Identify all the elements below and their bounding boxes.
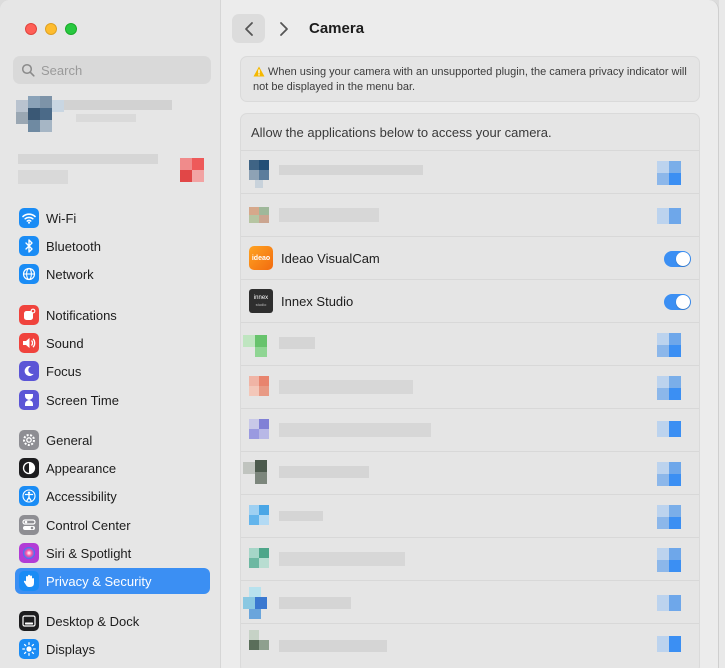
main-pane: Camera When using your camera with an un…: [221, 0, 718, 668]
hand-icon: [19, 571, 39, 591]
sidebar-item-siri-spotlight[interactable]: Siri & Spotlight: [15, 540, 210, 566]
sidebar-item-accessibility[interactable]: Accessibility: [15, 483, 210, 509]
camera-access-toggle[interactable]: [664, 294, 691, 310]
search-icon: [21, 63, 35, 77]
list-item[interactable]: [241, 580, 699, 623]
sidebar-item-label: Control Center: [46, 517, 131, 533]
sidebar-item-screen-time[interactable]: Screen Time: [15, 387, 210, 413]
sidebar-item-label: Notifications: [46, 307, 117, 323]
list-item[interactable]: [241, 494, 699, 537]
speaker-icon: [19, 333, 39, 353]
list-item[interactable]: [241, 322, 699, 365]
sidebar-item-label: Network: [46, 266, 94, 282]
sidebar-item-wi-fi[interactable]: Wi-Fi: [15, 205, 210, 231]
globe-icon: [19, 264, 39, 284]
background-window-edge: [719, 0, 725, 668]
gear-icon: [19, 430, 39, 450]
list-item[interactable]: [241, 150, 699, 193]
sidebar-item-label: Privacy & Security: [46, 573, 152, 589]
app-name: Ideao VisualCam: [281, 251, 380, 266]
chevron-left-icon: [244, 21, 253, 36]
innex-studio-icon: innex studio: [249, 289, 273, 313]
sidebar-item-sound[interactable]: Sound: [15, 330, 210, 356]
ideao-visualcam-icon: ideao: [249, 246, 273, 270]
sidebar-item-label: Bluetooth: [46, 238, 101, 254]
sidebar-item-privacy-security[interactable]: Privacy & Security: [15, 568, 210, 594]
list-item[interactable]: [241, 408, 699, 451]
camera-access-toggle[interactable]: [664, 251, 691, 267]
list-item[interactable]: [241, 365, 699, 408]
plugin-warning-notice: When using your camera with an unsupport…: [240, 56, 700, 102]
sidebar-item-label: Focus: [46, 363, 82, 379]
page-title: Camera: [309, 20, 365, 37]
settings-window: Wi-Fi Bluetooth Network Notifications Sound F…: [0, 0, 719, 668]
notice-text: When using your camera with an unsupport…: [253, 66, 687, 93]
list-item[interactable]: [241, 451, 699, 494]
toolbar: Camera: [221, 0, 718, 56]
control-center-icon: [19, 515, 39, 535]
sun-icon: [19, 639, 39, 659]
search-field[interactable]: [13, 56, 211, 84]
sidebar-item-label: Desktop & Dock: [46, 613, 140, 629]
sidebar-item-label: Appearance: [46, 460, 117, 476]
chevron-right-icon: [280, 21, 288, 36]
zoom-window-button[interactable]: [65, 23, 77, 35]
redacted-account[interactable]: [16, 96, 176, 136]
list-item-ideao-visualcam: ideao Ideao VisualCam: [241, 236, 699, 279]
back-button[interactable]: [232, 14, 265, 43]
list-item-innex-studio: innex studio Innex Studio: [241, 279, 699, 322]
app-name: Innex Studio: [281, 294, 354, 309]
moon-icon: [19, 361, 39, 381]
sidebar-item-desktop-dock[interactable]: Desktop & Dock: [15, 608, 210, 634]
sidebar-item-label: Screen Time: [46, 392, 119, 408]
forward-button[interactable]: [273, 14, 295, 43]
siri-icon: [19, 543, 39, 563]
sidebar-item-label: Siri & Spotlight: [46, 545, 132, 561]
accessibility-icon: [19, 486, 39, 506]
window-controls: [25, 23, 77, 35]
search-input[interactable]: [41, 62, 201, 78]
hourglass-icon: [19, 390, 39, 410]
redacted-account-item[interactable]: [16, 150, 211, 190]
minimize-window-button[interactable]: [45, 23, 57, 35]
sidebar-item-notifications[interactable]: Notifications: [15, 302, 210, 328]
camera-apps-list: Allow the applications below to access y…: [240, 113, 700, 668]
sidebar-item-label: Wi-Fi: [46, 210, 77, 226]
sidebar-item-label: Accessibility: [46, 488, 117, 504]
sidebar: Wi-Fi Bluetooth Network Notifications Sound F…: [0, 0, 221, 668]
apps-list-header: Allow the applications below to access y…: [251, 125, 552, 140]
bell-icon: [19, 305, 39, 325]
sidebar-item-bluetooth[interactable]: Bluetooth: [15, 233, 210, 259]
bluetooth-icon: [19, 236, 39, 256]
sidebar-item-general[interactable]: General: [15, 427, 210, 453]
sidebar-item-label: Sound: [46, 335, 84, 351]
warning-icon: [253, 66, 265, 77]
sidebar-item-focus[interactable]: Focus: [15, 358, 210, 384]
sidebar-item-control-center[interactable]: Control Center: [15, 512, 210, 538]
sidebar-item-label: Displays: [46, 641, 96, 657]
list-item[interactable]: [241, 623, 699, 666]
list-item[interactable]: [241, 537, 699, 580]
sidebar-item-label: General: [46, 432, 93, 448]
sidebar-item-appearance[interactable]: Appearance: [15, 455, 210, 481]
sidebar-item-network[interactable]: Network: [15, 261, 210, 287]
sidebar-item-displays[interactable]: Displays: [15, 636, 210, 662]
dock-icon: [19, 611, 39, 631]
list-item[interactable]: [241, 193, 699, 236]
appearance-icon: [19, 458, 39, 478]
close-window-button[interactable]: [25, 23, 37, 35]
wifi-icon: [19, 208, 39, 228]
